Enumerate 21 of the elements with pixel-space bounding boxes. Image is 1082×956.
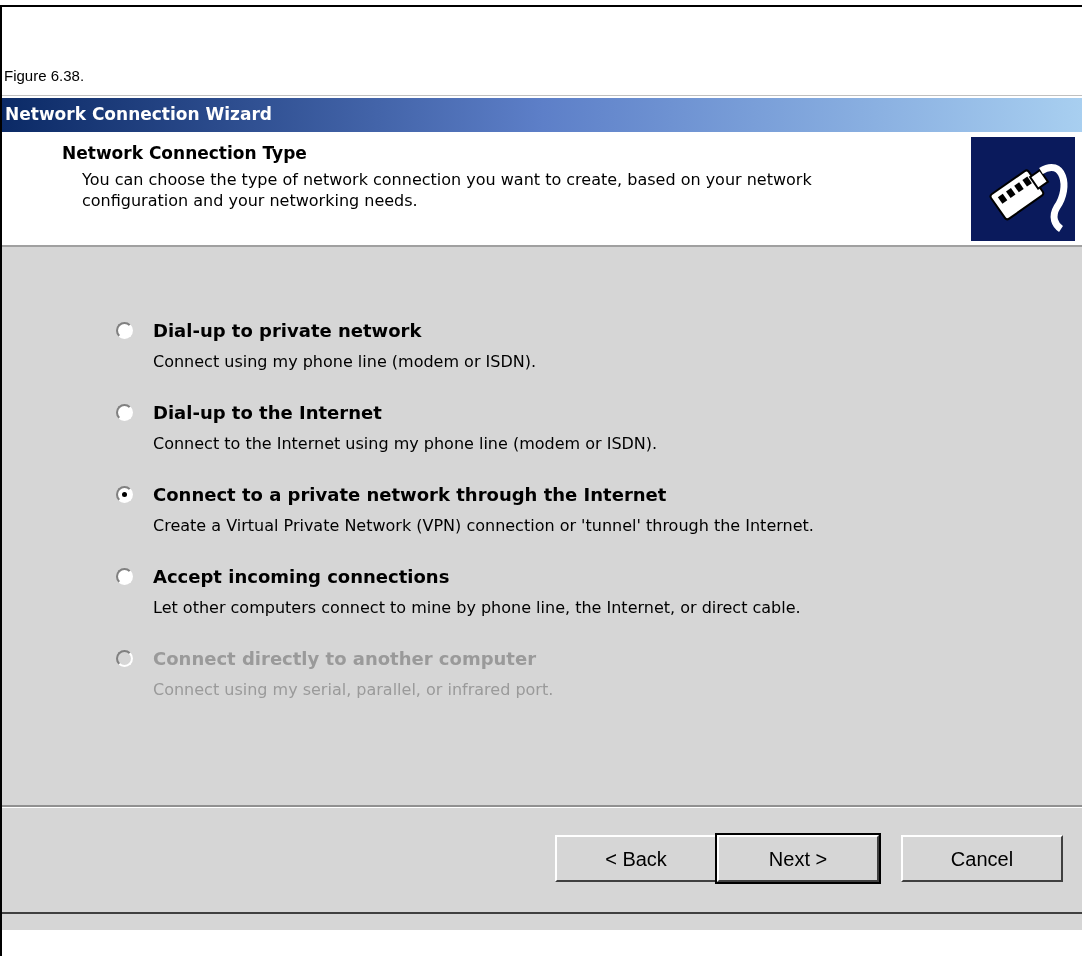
window-title: Network Connection Wizard bbox=[5, 103, 272, 127]
header-title: Network Connection Type bbox=[62, 142, 308, 165]
option-title[interactable]: Connect to a private network through the Internet bbox=[153, 481, 667, 508]
option-description: Connect to the Internet using my phone line (modem or ISDN). bbox=[152, 433, 659, 455]
wizard-button[interactable]: Next > bbox=[717, 835, 879, 882]
radio-button[interactable] bbox=[116, 568, 133, 585]
radio-button[interactable] bbox=[116, 322, 133, 339]
radio-button[interactable] bbox=[116, 404, 133, 421]
option-title[interactable]: Dial-up to private network bbox=[153, 317, 422, 344]
wizard-button[interactable]: < Back bbox=[555, 835, 717, 882]
option-description: Let other computers connect to mine by phone line, the Internet, or direct cable. bbox=[152, 597, 802, 619]
option-description: Connect using my phone line (modem or ISDN). bbox=[152, 351, 538, 373]
radio-button[interactable] bbox=[116, 486, 133, 503]
network-plug-icon bbox=[971, 137, 1075, 241]
header-description: You can choose the type of network connection you want to create, based on your network configuration and your networking needs. bbox=[81, 168, 813, 211]
figure-caption: Figure 6.38. bbox=[4, 65, 85, 86]
option-title[interactable]: Dial-up to the Internet bbox=[153, 399, 382, 426]
option-description: Connect using my serial, parallel, or infrared port. bbox=[152, 679, 555, 701]
wizard-button[interactable]: Cancel bbox=[901, 835, 1063, 882]
option-description: Create a Virtual Private Network (VPN) connection or 'tunnel' through the Internet. bbox=[152, 515, 815, 537]
option-title[interactable]: Accept incoming connections bbox=[153, 563, 450, 590]
